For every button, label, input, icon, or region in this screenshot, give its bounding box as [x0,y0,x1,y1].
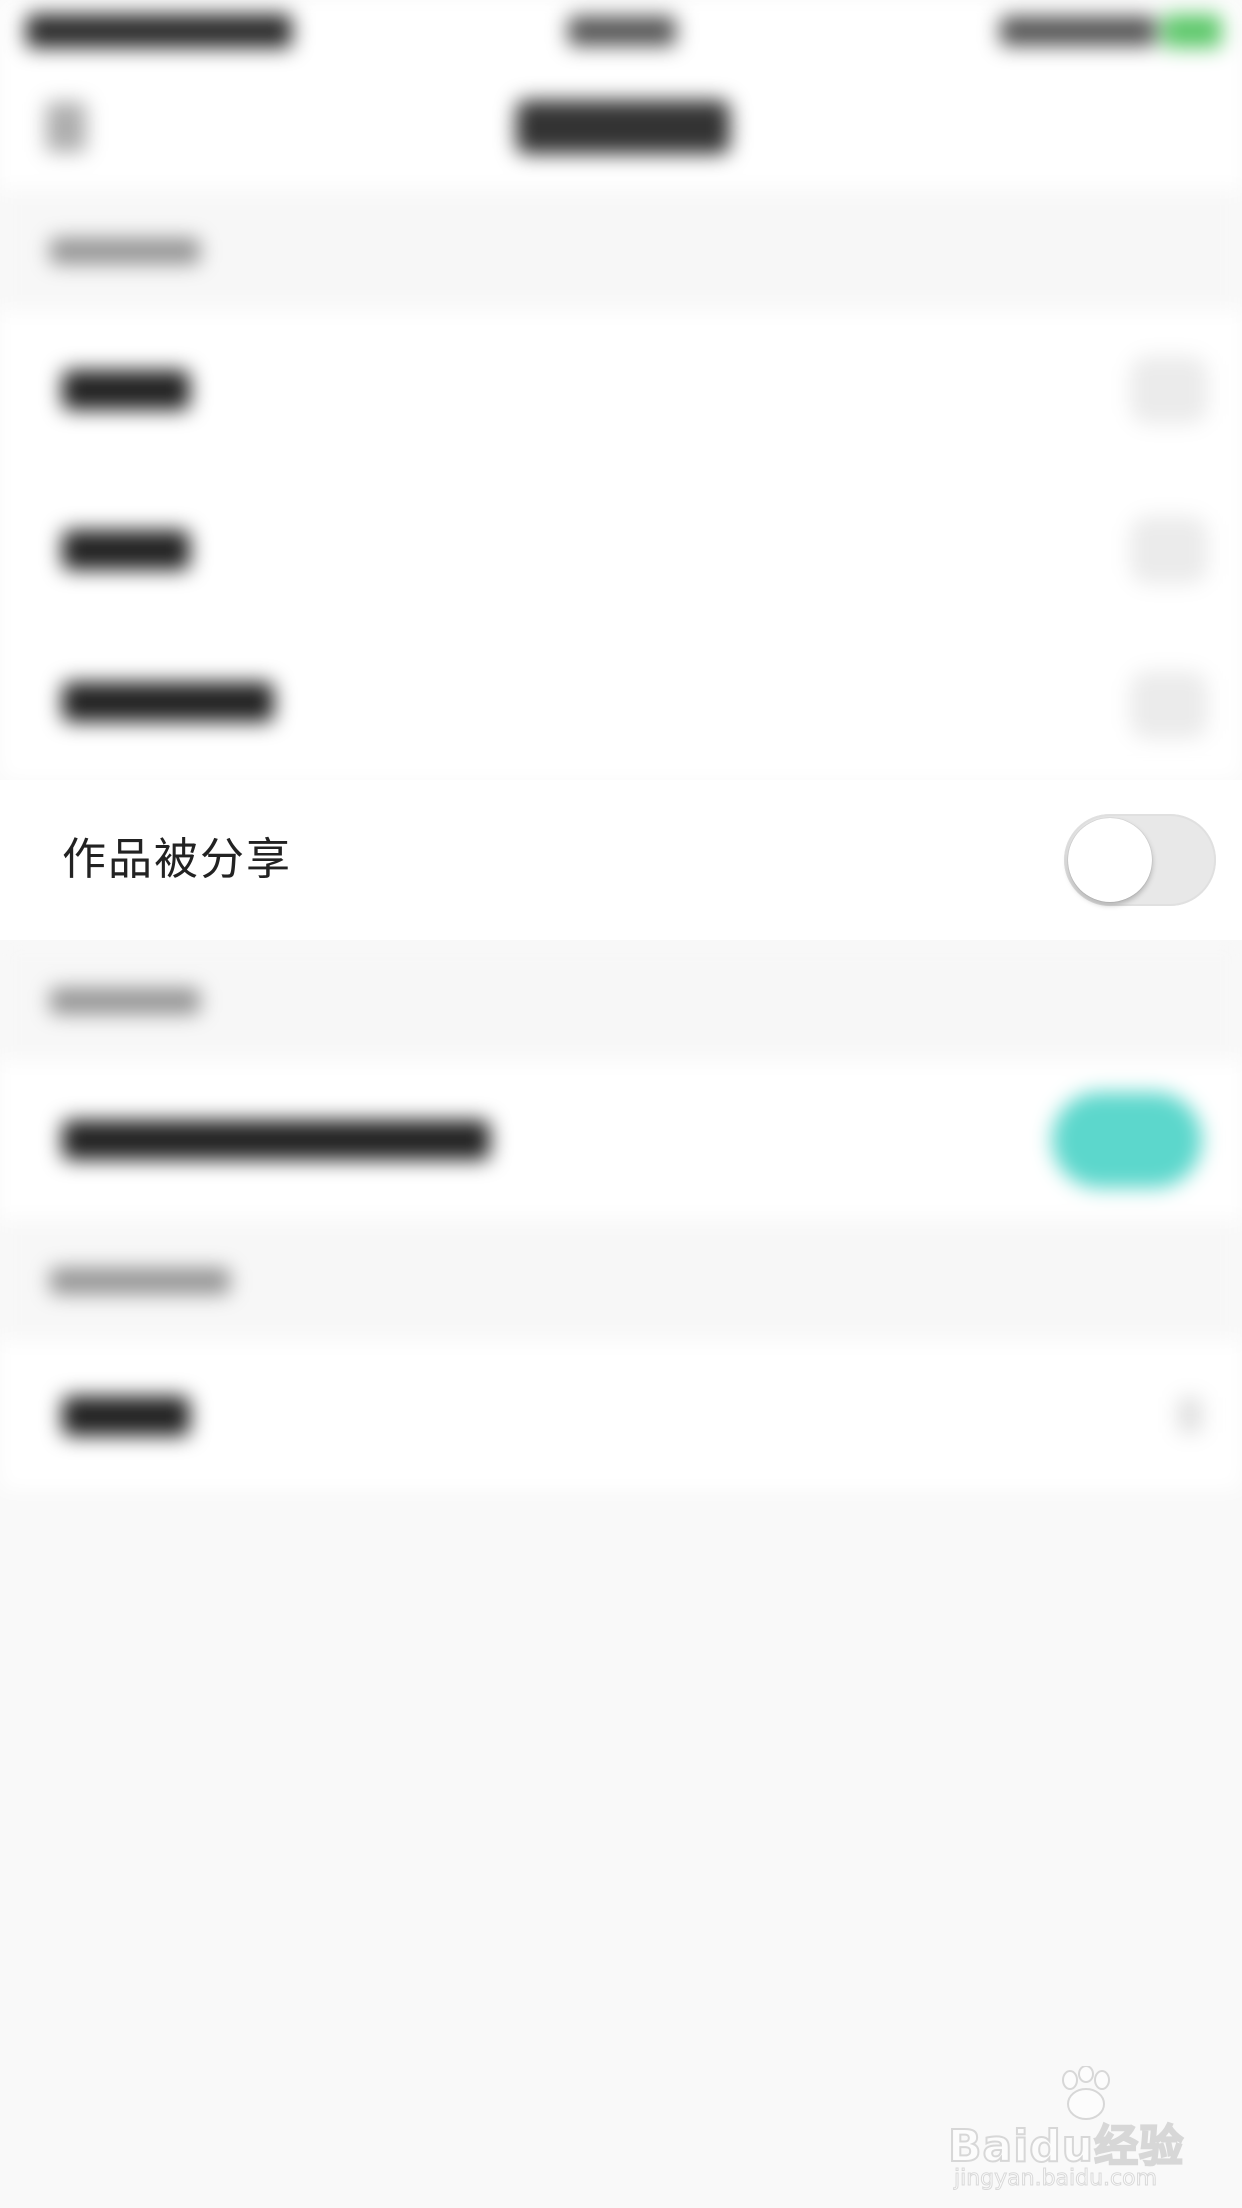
baidu-jingyan-watermark: Baidu经验 jingyan.baidu.com [947,2066,1188,2192]
cell-label [62,370,190,410]
settings-cell-3[interactable] [0,630,1242,780]
watermark-url: jingyan.baidu.com [953,2166,1158,2192]
battery-icon [1162,14,1222,48]
toggle-knob [1068,818,1152,902]
clock [568,16,676,46]
share-notification-row: 作品被分享 [0,780,1242,940]
settings-cell-2[interactable] [0,470,1242,630]
settings-cell-4[interactable] [0,1060,1242,1220]
settings-cell-5[interactable] [0,1340,1242,1490]
carrier-indicator [26,14,292,48]
notification-settings-screen: 作品被分享 Baidu经验 jingyan.baidu.com [0,0,1242,2208]
section-header-text [50,238,200,264]
cell-label [62,530,190,570]
page-title [516,100,730,154]
watermark-brand: Baidu经验 [947,2120,1185,2173]
cell-accessory [1130,356,1208,424]
cell-label [62,1396,190,1436]
section-header-2 [0,940,1242,1060]
section-header-1 [0,190,1242,310]
toggle-switch-on[interactable] [1052,1092,1202,1188]
share-toggle-switch[interactable] [1064,814,1216,906]
section-header-3 [0,1220,1242,1340]
cell-label [62,1120,490,1160]
cell-label [62,682,274,722]
status-bar [0,0,1242,60]
section-header-text [50,988,200,1014]
cell-accessory [1130,671,1208,739]
navigation-bar [0,60,1242,190]
section-header-text [50,1268,230,1294]
back-icon[interactable] [46,102,86,152]
cell-accessory [1130,516,1208,584]
share-row-label: 作品被分享 [62,834,292,885]
settings-cell-1[interactable] [0,310,1242,470]
status-icons [1000,16,1156,46]
chevron-right-icon [1178,1397,1202,1433]
